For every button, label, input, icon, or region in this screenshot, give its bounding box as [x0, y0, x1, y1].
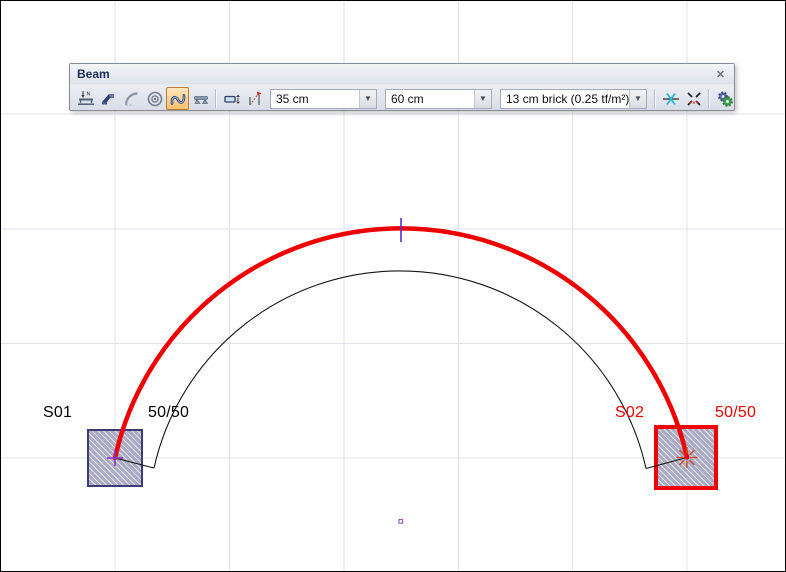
snap-clear-button[interactable] [682, 87, 705, 110]
toolbar-separator [708, 89, 710, 108]
dropdown-arrow-icon[interactable]: ▼ [359, 90, 376, 108]
beam-toolbar: Beam ✕ N [69, 63, 735, 111]
spline-beam-icon [169, 90, 187, 108]
beam-depth-combo[interactable]: 60 cm ▼ [385, 89, 492, 109]
beam-3d-icon [100, 90, 118, 108]
snap-intersection-icon [662, 90, 680, 108]
snap-intersection-button[interactable] [659, 87, 682, 110]
slope-angle-button[interactable] [243, 87, 266, 110]
section-dimensions-button[interactable] [220, 87, 243, 110]
black-arc-beam[interactable] [154, 271, 646, 469]
beam-toolbar-title: Beam [77, 67, 713, 81]
dropdown-arrow-icon[interactable]: ▼ [629, 90, 646, 108]
arc-center-marker [399, 520, 403, 524]
arc-beam-icon [123, 90, 141, 108]
column-label-s02: S02 [615, 404, 644, 422]
drawing-canvas[interactable]: S01 50/50 S02 50/50 Beam ✕ N [0, 0, 786, 572]
settings-gears-icon [716, 90, 734, 108]
dropdown-arrow-icon[interactable]: ▼ [474, 90, 491, 108]
close-icon[interactable]: ✕ [713, 67, 728, 82]
wall-load-value: 13 cm brick (0.25 tf/m²) [501, 90, 629, 108]
beam-width-value: 35 cm [271, 90, 359, 108]
slope-angle-icon [246, 90, 264, 108]
circle-beam-button[interactable] [143, 87, 166, 110]
beam-3d-button[interactable] [97, 87, 120, 110]
section-dimensions-icon [223, 90, 241, 108]
column-section-label-s02: 50/50 [715, 404, 756, 422]
arc-beam-button[interactable] [120, 87, 143, 110]
column-section-label-s01: 50/50 [148, 404, 189, 422]
column-label-s01: S01 [43, 404, 72, 422]
beam-width-combo[interactable]: 35 cm ▼ [270, 89, 377, 109]
column-s01[interactable] [87, 429, 143, 487]
circle-beam-icon [146, 90, 164, 108]
svg-text:N: N [86, 91, 90, 97]
beam-supports-icon [192, 90, 210, 108]
red-arc-beam-selected[interactable] [115, 228, 687, 458]
beam-toolbar-titlebar[interactable]: Beam ✕ [70, 64, 734, 85]
straight-beam-icon: N [77, 90, 95, 108]
toolbar-separator [654, 89, 656, 108]
straight-beam-button[interactable]: N [74, 87, 97, 110]
wall-load-combo[interactable]: 13 cm brick (0.25 tf/m²) ▼ [500, 89, 647, 109]
toolbar-separator [215, 89, 217, 108]
settings-gears-button[interactable] [713, 87, 736, 110]
beam-toolbar-buttons-row: N [70, 85, 734, 112]
beam-supports-button[interactable] [189, 87, 212, 110]
spline-beam-button-selected[interactable] [166, 87, 189, 110]
beam-depth-value: 60 cm [386, 90, 474, 108]
snap-clear-icon [685, 90, 703, 108]
column-s02-selected[interactable] [654, 425, 718, 490]
